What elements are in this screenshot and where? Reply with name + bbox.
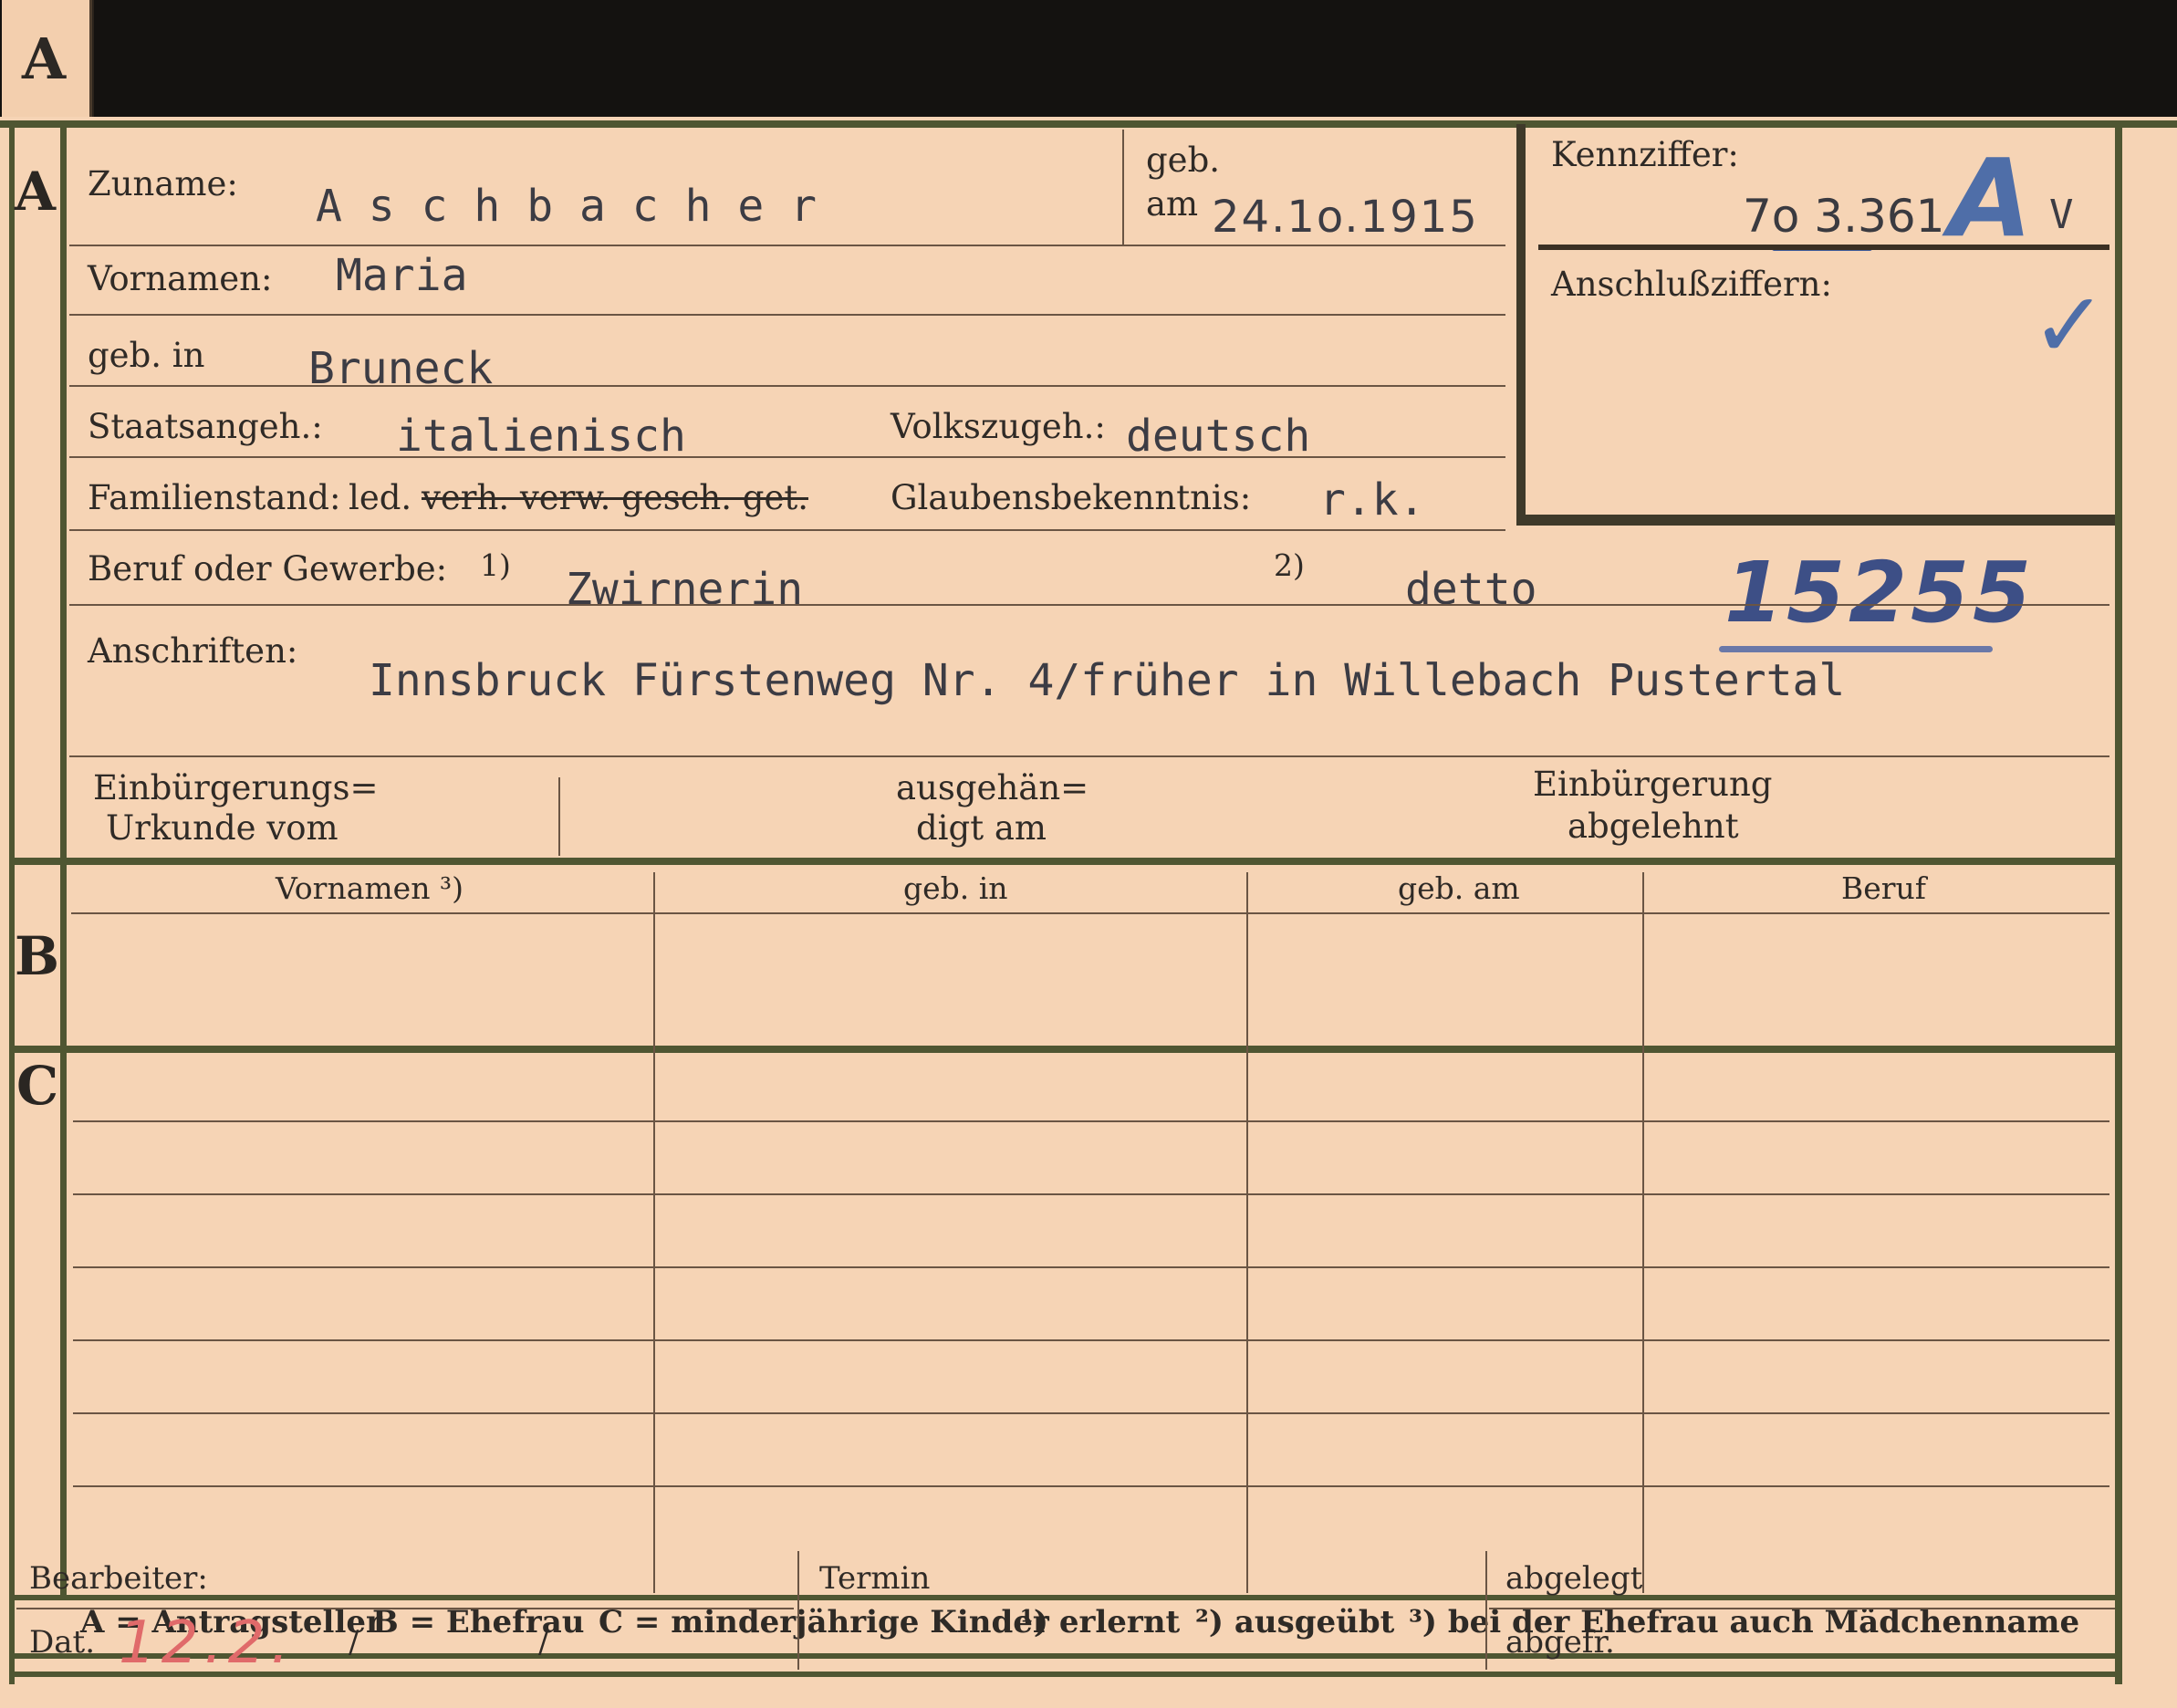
- section-c-row-6: [73, 1485, 2109, 1487]
- frame-left-inner: [60, 124, 67, 859]
- born-label-top: geb.: [1146, 141, 1221, 180]
- born-label-bottom: am: [1146, 184, 1199, 224]
- section-separator-ab: [9, 858, 2122, 865]
- legend-n1: ¹) erlernt: [1020, 1604, 1181, 1640]
- surname-value: A s c h b a c h e r: [316, 181, 818, 232]
- legend-c: C = minderjährige Kinder: [599, 1604, 1049, 1640]
- anschluss-label: Anschlußziffern:: [1551, 265, 1832, 304]
- rule-7: [69, 755, 2109, 757]
- natcert-label-1: Einbürgerungs=: [93, 768, 379, 807]
- rule-1: [69, 245, 1505, 246]
- section-c-row-1: [73, 1120, 2109, 1122]
- section-c-row-2: [73, 1193, 2109, 1195]
- footer-right-rule: [2115, 1542, 2122, 1677]
- termin-label: Termin: [819, 1560, 931, 1597]
- rule-3: [69, 385, 1505, 387]
- birthplace-label: geb. in: [88, 336, 205, 375]
- index-tab: A: [2, 0, 92, 120]
- marital-label: Familienstand:: [88, 478, 341, 517]
- legend-bottom-rule: [9, 1653, 2122, 1659]
- section-b-header-rule: [71, 912, 2109, 914]
- firstnames-label: Vornamen:: [88, 259, 273, 298]
- addresses-value: Innsbruck Fürstenweg Nr. 4/früher in Wil…: [369, 655, 1846, 706]
- profession-practiced: detto: [1405, 564, 1537, 615]
- refused-label-1: Einbürgerung: [1533, 765, 1773, 804]
- legend-n2: ²) ausgeübt: [1195, 1604, 1395, 1640]
- frame-right: [2115, 124, 2122, 1684]
- addresses-label: Anschriften:: [88, 631, 298, 671]
- kennziffer-label: Kennziffer:: [1551, 135, 1739, 174]
- section-c-row-5: [73, 1412, 2109, 1414]
- dat-label: Dat.: [29, 1624, 96, 1661]
- refused-label-2: abgelehnt: [1568, 807, 1739, 846]
- col-header-firstnames: Vornamen ³): [276, 870, 464, 906]
- citizenship-label: Staatsangeh.:: [88, 407, 323, 446]
- section-c-left-rule: [60, 1053, 67, 1597]
- surname-label: Zuname:: [88, 164, 238, 203]
- rule-2: [69, 314, 1505, 316]
- ethnicity-value: deutsch: [1126, 411, 1311, 462]
- footer-left-rule: [9, 1542, 15, 1677]
- legend-b: B = Ehefrau: [372, 1604, 585, 1640]
- rule-5: [69, 529, 1505, 531]
- kennziffer-letter: A: [1949, 135, 2033, 261]
- col-sep-1: [653, 872, 655, 1593]
- dat-value: 12.2.: [119, 1609, 295, 1677]
- profession-note2: 2): [1274, 547, 1305, 583]
- footer-sep-1: [797, 1551, 799, 1670]
- ethnicity-label: Volkszugeh.:: [891, 407, 1106, 446]
- tab-letter: A: [22, 26, 67, 92]
- profession-note1: 1): [480, 547, 511, 583]
- dat-slash-2: /: [538, 1624, 549, 1661]
- col-header-birthplace: geb. in: [903, 870, 1008, 906]
- legend-top-rule: [9, 1595, 2122, 1600]
- ident-rule: [1538, 245, 2109, 250]
- dat-slash-1: /: [349, 1624, 359, 1661]
- marital-kept: led.: [349, 478, 412, 517]
- surname-separator: [1122, 130, 1124, 245]
- section-b-marker: B: [15, 925, 60, 987]
- registration-card: A Zuname: A s c h b a c h e r geb. am 24…: [0, 117, 2177, 1708]
- religion-label: Glaubensbekenntnis:: [891, 478, 1252, 517]
- check-mark: ✓: [2031, 272, 2108, 379]
- footer-mid-rule-right: [1489, 1608, 2119, 1609]
- citizenship-value: italienisch: [396, 411, 686, 462]
- profession-label: Beruf oder Gewerbe:: [88, 549, 448, 588]
- case-number-underline: [1719, 646, 1993, 652]
- footer-bottom-rule: [9, 1672, 2122, 1677]
- case-number: 15255: [1724, 544, 2036, 641]
- rule-4: [69, 456, 1505, 458]
- section-separator-bc: [9, 1046, 2122, 1053]
- natcert-label-2: Urkunde vom: [106, 808, 339, 848]
- section-c-row-4: [73, 1339, 2109, 1341]
- footer-sep-2: [1485, 1551, 1487, 1670]
- section-a-marker: A: [15, 161, 57, 223]
- kennziffer-value: 7o 3.361: [1743, 190, 1945, 243]
- religion-value: r.k.: [1319, 474, 1425, 526]
- natcert-separator: [558, 777, 560, 856]
- born-date: 24.1o.1915: [1212, 192, 1479, 243]
- col-sep-3: [1642, 872, 1644, 1593]
- section-c-row-3: [73, 1266, 2109, 1268]
- handed-label-2: digt am: [916, 808, 1047, 848]
- marital-struck: verh. verw. gesch. get.: [422, 478, 808, 517]
- profession-learned: Zwirnerin: [566, 564, 804, 615]
- col-header-profession: Beruf: [1841, 870, 1927, 906]
- kennziffer-suffix: V: [2049, 192, 2074, 238]
- section-c-marker: C: [16, 1055, 59, 1117]
- rule-6: [69, 604, 2109, 606]
- abgelegt-label: abgelegt: [1505, 1560, 1643, 1597]
- col-header-birthdate: geb. am: [1398, 870, 1520, 906]
- frame-left-outer: [9, 124, 15, 1684]
- handed-label-1: ausgehän=: [896, 768, 1089, 807]
- col-sep-2: [1246, 872, 1248, 1593]
- firstnames-value: Maria: [336, 250, 468, 301]
- abgefr-label: abgefr.: [1505, 1624, 1615, 1661]
- bearbeiter-label: Bearbeiter:: [29, 1560, 208, 1597]
